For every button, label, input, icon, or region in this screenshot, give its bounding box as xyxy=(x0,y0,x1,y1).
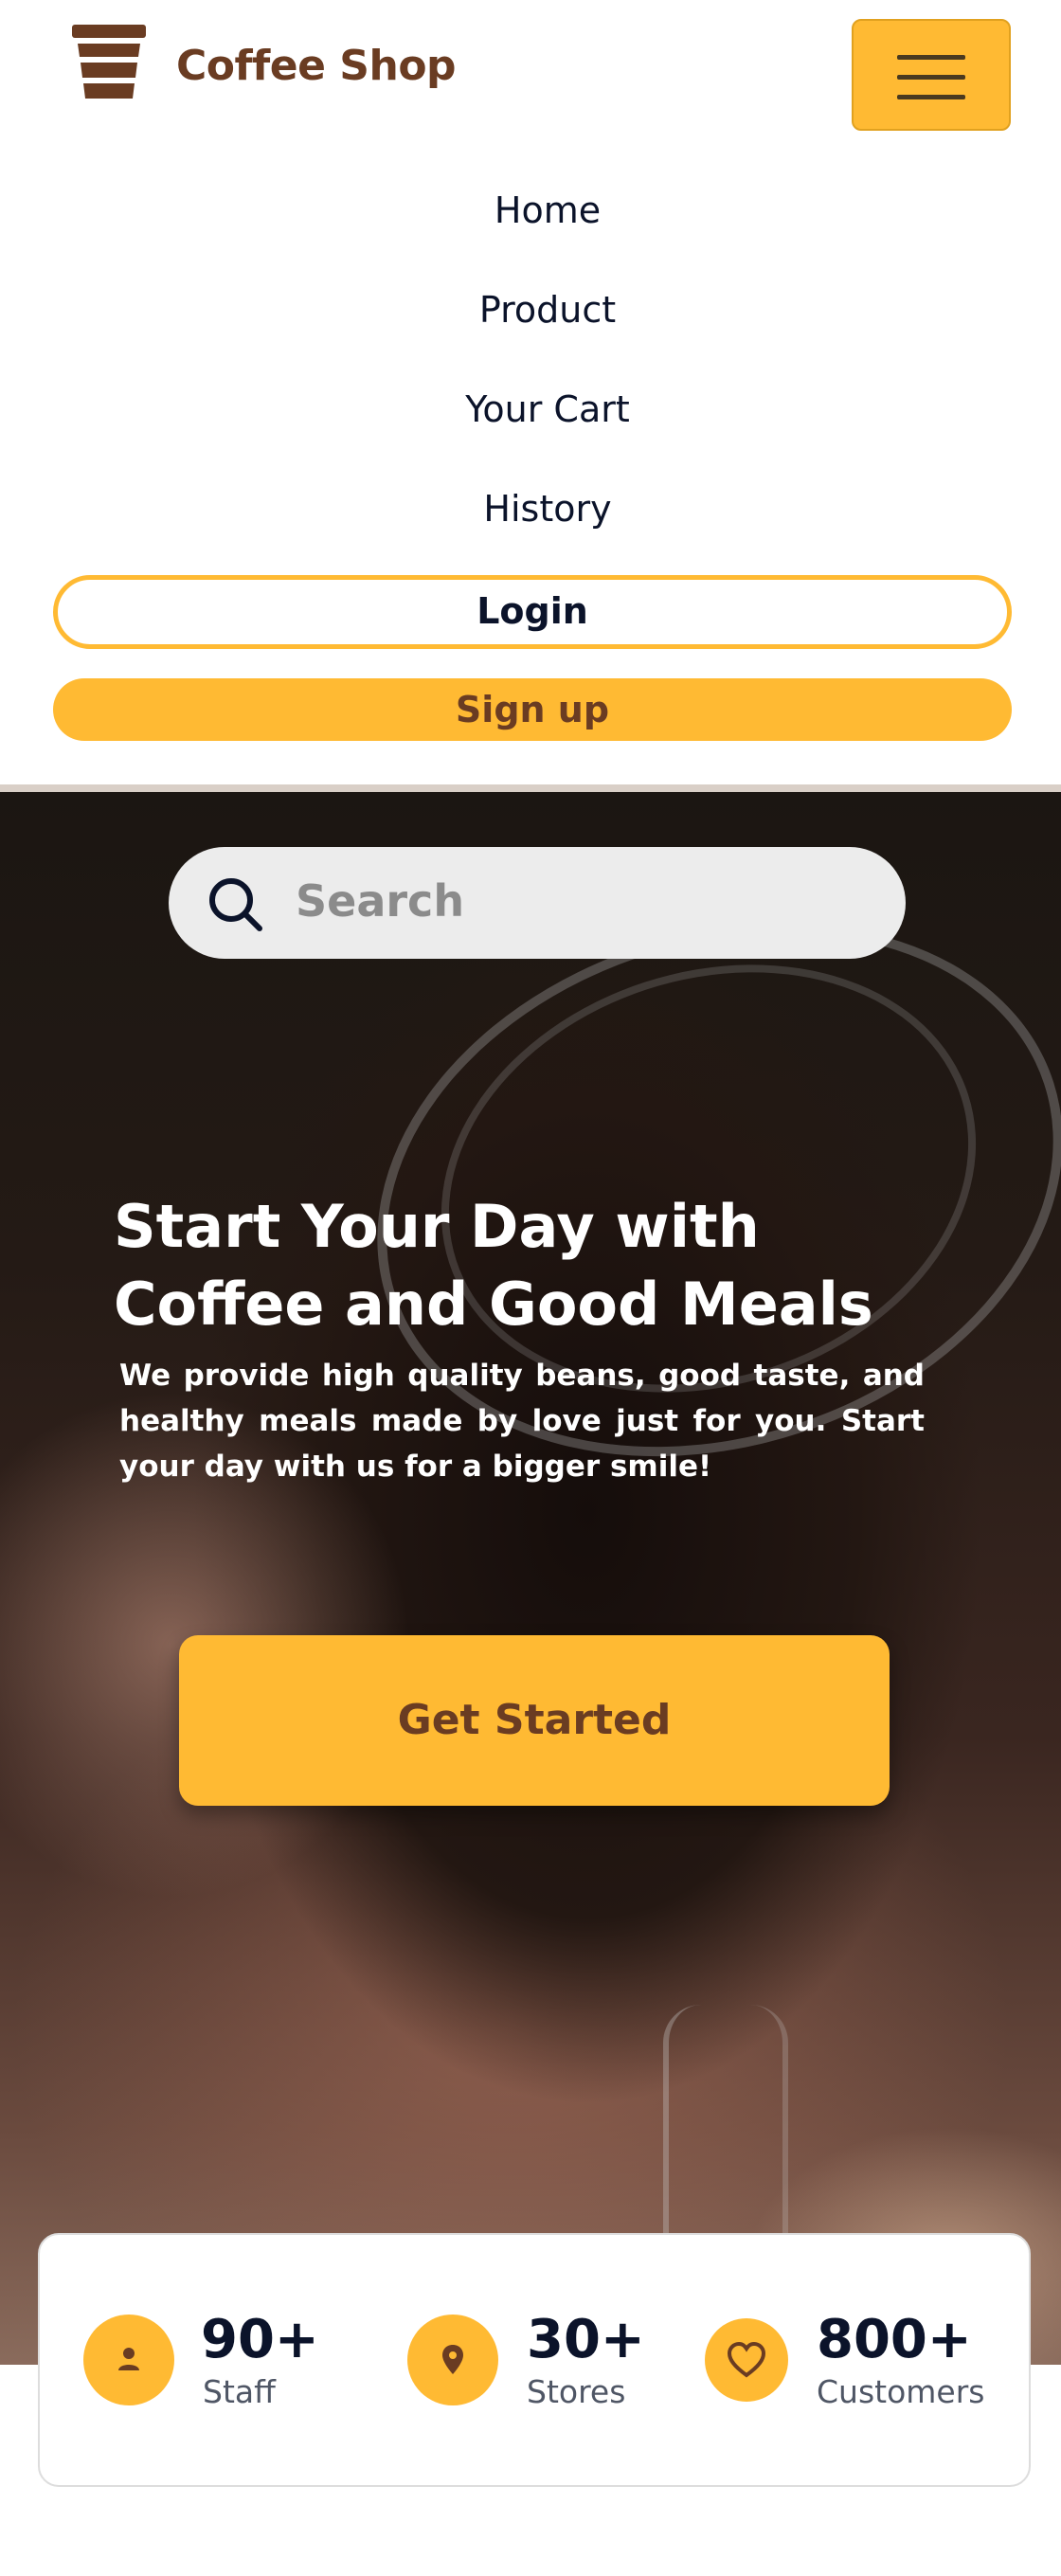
search-input[interactable]: Search xyxy=(296,875,464,927)
stat-icon-circle xyxy=(83,2315,174,2405)
stat-icon-circle xyxy=(407,2315,498,2405)
coffee-cup-icon xyxy=(72,25,146,99)
stat-value: 30+ xyxy=(527,2309,645,2370)
login-button[interactable]: Login xyxy=(53,575,1012,649)
hero-title: Start Your Day with Coffee and Good Meal… xyxy=(114,1188,966,1343)
nav-item-your-cart[interactable]: Your Cart xyxy=(0,388,1061,430)
stat-value: 800+ xyxy=(817,2309,972,2370)
heart-icon xyxy=(727,2341,766,2378)
get-started-button[interactable]: Get Started xyxy=(179,1635,890,1806)
location-pin-icon xyxy=(442,2345,463,2374)
signup-button[interactable]: Sign up xyxy=(53,678,1012,741)
search-bar[interactable]: Search xyxy=(169,847,906,959)
hero-description: We provide high quality beans, good tast… xyxy=(119,1359,925,1484)
hamburger-menu-button[interactable] xyxy=(852,19,1011,131)
nav-item-home[interactable]: Home xyxy=(0,189,1061,231)
header-divider xyxy=(0,784,1061,792)
stat-label: Customers xyxy=(817,2373,985,2410)
stat-value: 90+ xyxy=(201,2309,319,2370)
stat-icon-circle xyxy=(705,2318,788,2402)
stat-label: Stores xyxy=(527,2373,626,2410)
stat-label: Staff xyxy=(203,2373,276,2410)
hero-title-line-1: Start Your Day with xyxy=(114,1192,760,1261)
nav-item-history[interactable]: History xyxy=(0,488,1061,530)
person-icon xyxy=(118,2348,139,2370)
search-icon xyxy=(209,878,262,931)
stats-card: 90+ Staff 30+ Stores 800+ Customers xyxy=(38,2233,1031,2487)
hero-section: Search Start Your Day with Coffee and Go… xyxy=(0,792,1061,2365)
header: Coffee Shop xyxy=(0,0,1061,152)
brand-name[interactable]: Coffee Shop xyxy=(176,42,457,90)
nav-item-product[interactable]: Product xyxy=(0,289,1061,331)
hero-title-line-2: Coffee and Good Meals xyxy=(114,1270,873,1339)
